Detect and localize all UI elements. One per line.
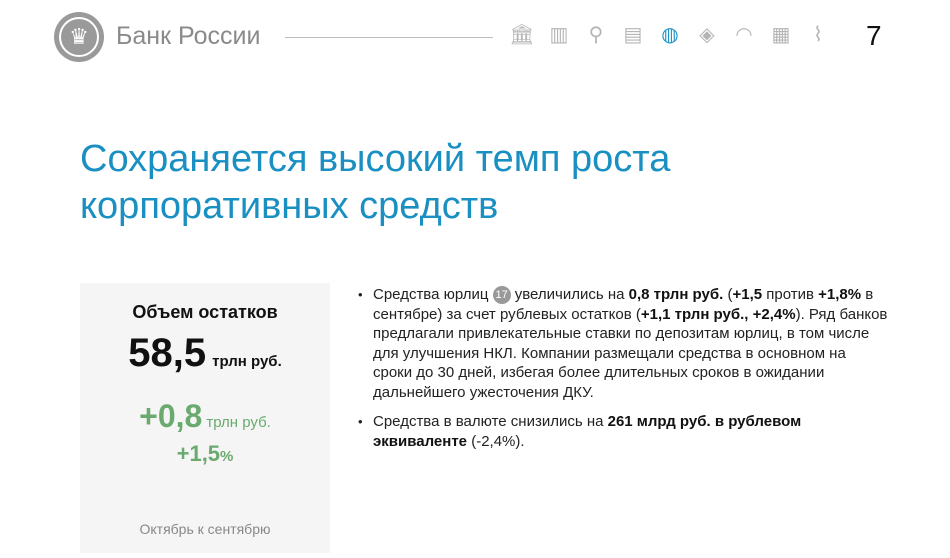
bank-icon[interactable]: 🏛︎ [508, 20, 536, 48]
percent-sign: % [220, 448, 234, 465]
section-nav: 🏛︎ ▥ ⚲ ▤ ◍ ◈ ◠ ▦ ⌇ [508, 20, 832, 48]
bank-logo: ♛ [54, 12, 104, 62]
eagle-emblem-icon: ♛ [59, 17, 99, 57]
delta-unit: трлн руб. [206, 414, 271, 431]
certificate-icon[interactable]: ▤ [619, 20, 647, 48]
person-icon[interactable]: ⚲ [582, 20, 610, 48]
brand-name: Банк России [116, 22, 261, 50]
total-value: 58,5 [128, 331, 207, 375]
total-unit: трлн руб. [212, 353, 282, 370]
summary-card: Объем остатков 58,5 трлн руб. +0,8 трлн ру… [80, 283, 330, 553]
delta-value: +0,8 [139, 398, 203, 434]
gold-bars-icon[interactable]: ▦ [767, 20, 795, 48]
bullet-item: Средства в валюте снизились на 261 млрд … [358, 412, 888, 451]
card-heading: Объем остатков [132, 302, 278, 322]
delta-percent: +1,5 [176, 441, 221, 466]
page-title: Сохраняется высокий темп роста корпорати… [80, 138, 671, 227]
piggy-bank-icon[interactable]: ◍ [656, 20, 684, 48]
footnote-badge[interactable]: 17 [492, 286, 511, 304]
card-footer: Октябрь к сентябрю [139, 521, 271, 537]
bullet-list: Средства юрлиц 17 увеличились на 0,8 трл… [358, 285, 888, 461]
page-number: 7 [866, 20, 882, 51]
bullet-item: Средства юрлиц 17 увеличились на 0,8 трл… [358, 285, 888, 402]
header-divider [285, 37, 493, 38]
gauge-icon[interactable]: ◠ [730, 20, 758, 48]
paperclip-icon[interactable]: ⌇ [804, 20, 832, 48]
banknote-icon[interactable]: ◈ [693, 20, 721, 48]
factory-icon[interactable]: ▥ [545, 20, 573, 48]
